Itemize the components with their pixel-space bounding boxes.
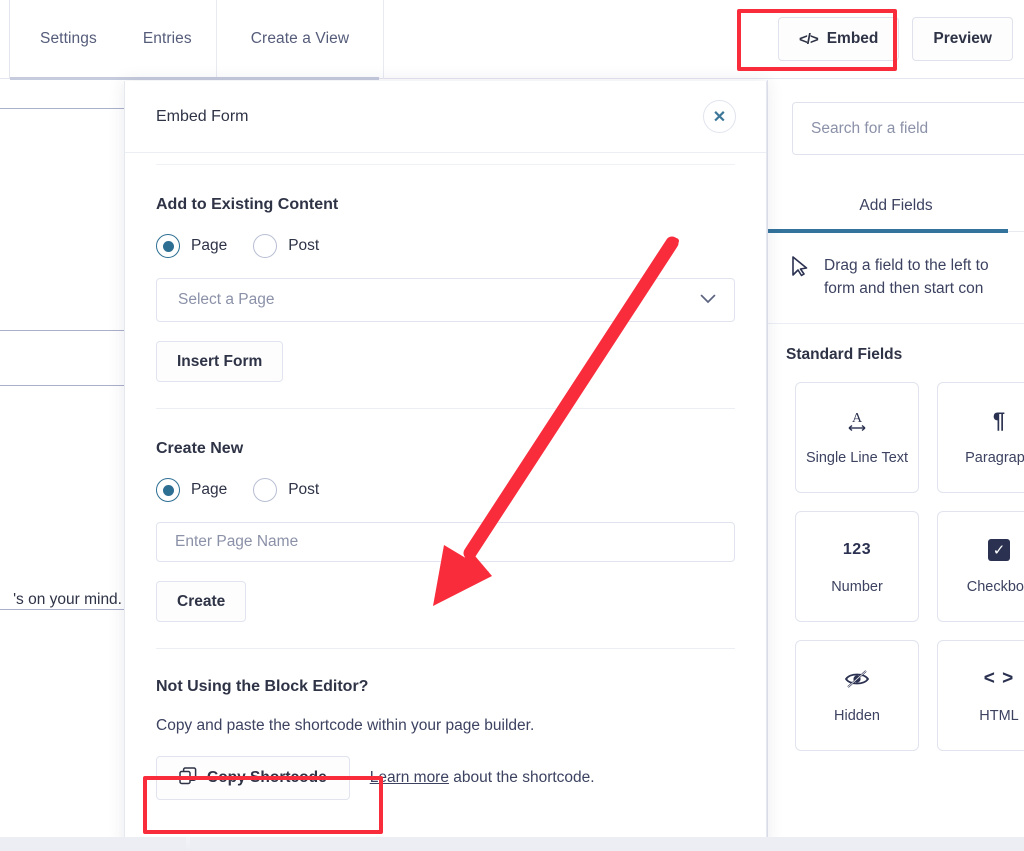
radio-dot [253, 234, 277, 258]
tab-add-fields[interactable]: Add Fields [768, 180, 1024, 232]
create-button-label: Create [177, 593, 225, 611]
radio-existing-page-label: Page [191, 237, 227, 255]
radio-dot [253, 478, 277, 502]
standard-fields-heading: Standard Fields [768, 324, 1024, 364]
radio-create-post-label: Post [288, 481, 319, 499]
field-card-label: Checkbox [967, 579, 1024, 595]
modal-body: Add to Existing Content Page Post Select… [125, 164, 766, 800]
fields-sidebar: Search for a field Add Fields Drag a fie… [767, 80, 1024, 851]
search-field-wrapper: Search for a field [768, 80, 1024, 155]
tab-settings[interactable]: Settings [10, 0, 119, 79]
tab-add-fields-label: Add Fields [859, 197, 932, 215]
search-input[interactable]: Search for a field [792, 102, 1024, 155]
create-button[interactable]: Create [156, 581, 246, 622]
learn-more-suffix: about the shortcode. [449, 769, 595, 786]
tab-bar-spacer [384, 0, 778, 79]
radio-existing-page[interactable]: Page [156, 234, 227, 258]
field-card-hidden[interactable]: Hidden [795, 640, 919, 751]
tab-entries[interactable]: Entries [119, 0, 217, 79]
existing-content-radio-group: Page Post [156, 234, 735, 258]
shortcode-description: Copy and paste the shortcode within your… [156, 717, 735, 735]
drag-hint-text: Drag a field to the left to form and the… [824, 254, 989, 301]
radio-create-page[interactable]: Page [156, 478, 227, 502]
form-row: 's on your mind. [0, 386, 124, 610]
chevron-down-icon [700, 293, 716, 307]
field-card-label: Paragraph [965, 450, 1024, 466]
preview-button[interactable]: Preview [912, 17, 1013, 61]
select-a-page-dropdown[interactable]: Select a Page [156, 278, 735, 322]
app-root: 's on your mind. Search for a field Add … [0, 0, 1024, 851]
annotation-highlight-embed-button [737, 9, 897, 71]
tab-settings-label: Settings [40, 30, 97, 48]
form-row [0, 610, 124, 820]
radio-create-post[interactable]: Post [253, 478, 319, 502]
number-icon: 123 [843, 537, 871, 563]
modal-title: Embed Form [156, 108, 248, 126]
field-card-number[interactable]: 123 Number [795, 511, 919, 622]
tab-entries-label: Entries [143, 30, 192, 48]
page-name-input[interactable]: Enter Page Name [156, 522, 735, 562]
form-field-text: 's on your mind. [13, 591, 124, 609]
modal-header: Embed Form ✕ [125, 81, 766, 153]
shortcode-heading: Not Using the Block Editor? [156, 678, 735, 696]
horizontal-scrollbar[interactable] [0, 837, 1024, 851]
create-new-heading: Create New [156, 440, 735, 458]
form-row [0, 331, 124, 386]
tab-group: Settings Entries Create a View [10, 0, 384, 79]
tab-settings-active-underline [10, 77, 379, 80]
field-card-label: Hidden [834, 708, 880, 724]
field-card-label: HTML [979, 708, 1018, 724]
annotation-highlight-copy-shortcode-button [143, 776, 383, 834]
field-card-checkbox[interactable]: ✓ Checkbox [937, 511, 1024, 622]
standard-fields-grid: A Single Line Text ¶ Paragraph 123 Numbe… [768, 364, 1024, 751]
radio-create-page-label: Page [191, 481, 227, 499]
svg-text:A: A [852, 411, 863, 426]
cursor-arrow-icon [792, 256, 808, 301]
preview-button-label: Preview [933, 30, 992, 48]
select-a-page-value: Select a Page [178, 291, 275, 309]
create-new-radio-group: Page Post [156, 478, 735, 502]
embed-form-modal: Embed Form ✕ Add to Existing Content Pag… [124, 81, 767, 851]
field-card-single-line-text[interactable]: A Single Line Text [795, 382, 919, 493]
drag-hint-line1: Drag a field to the left to [824, 257, 989, 274]
field-card-paragraph[interactable]: ¶ Paragraph [937, 382, 1024, 493]
code-brackets-icon: < > [984, 666, 1014, 692]
field-card-label: Number [831, 579, 883, 595]
eye-off-icon [843, 666, 871, 692]
radio-dot-selected [156, 478, 180, 502]
form-editor-background: 's on your mind. [0, 80, 124, 851]
field-card-label: Single Line Text [806, 450, 908, 466]
checkbox-icon: ✓ [988, 537, 1010, 563]
existing-content-heading: Add to Existing Content [156, 196, 735, 214]
insert-form-button-label: Insert Form [177, 353, 262, 371]
tab-active-underline [768, 229, 1008, 233]
close-icon[interactable]: ✕ [703, 100, 736, 133]
form-row [0, 80, 124, 109]
insert-form-button[interactable]: Insert Form [156, 341, 283, 382]
single-line-text-icon: A [844, 408, 870, 434]
drag-hint: Drag a field to the left to form and the… [768, 232, 1024, 324]
form-row [0, 109, 124, 331]
radio-existing-post[interactable]: Post [253, 234, 319, 258]
paragraph-icon: ¶ [993, 408, 1005, 434]
radio-dot-selected [156, 234, 180, 258]
shortcode-learn-more-text: Learn more about the shortcode. [370, 769, 595, 787]
left-rail [0, 0, 10, 79]
radio-existing-post-label: Post [288, 237, 319, 255]
drag-hint-line2: form and then start con [824, 280, 983, 297]
field-card-html[interactable]: < > HTML [937, 640, 1024, 751]
tab-create-a-view[interactable]: Create a View [217, 0, 384, 79]
tab-create-a-view-label: Create a View [251, 30, 349, 48]
